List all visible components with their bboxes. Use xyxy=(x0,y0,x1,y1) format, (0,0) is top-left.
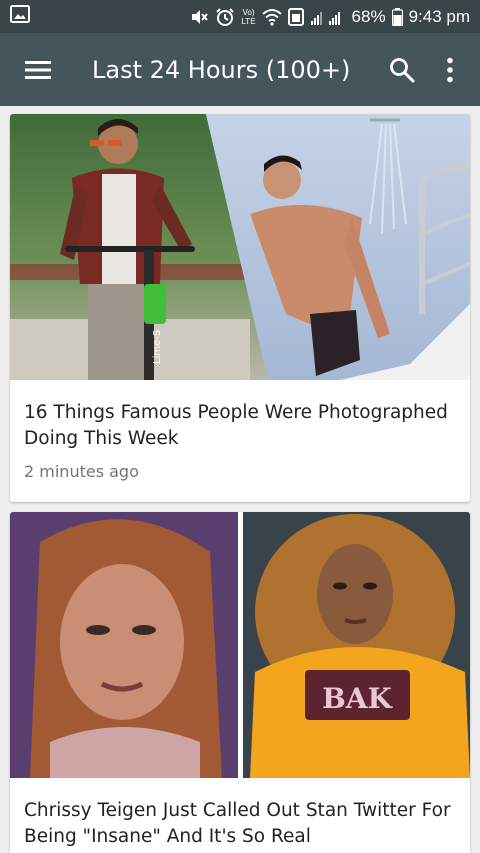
search-button[interactable] xyxy=(378,42,426,98)
article-feed[interactable]: Lime-S 16 Things Famous People Were Phot… xyxy=(0,106,480,853)
battery-icon xyxy=(391,7,403,26)
more-options-button[interactable] xyxy=(426,42,474,98)
article-thumbnail[interactable]: BAK xyxy=(10,512,470,778)
menu-button[interactable] xyxy=(10,42,66,98)
alarm-icon xyxy=(215,7,235,27)
celebrity-collage-image: BAK xyxy=(10,512,470,778)
app-bar: Last 24 Hours (100+) xyxy=(0,33,480,106)
gallery-notification-icon xyxy=(10,5,30,28)
clock: 9:43 pm xyxy=(408,6,470,26)
status-left xyxy=(10,5,189,28)
more-vert-icon xyxy=(447,57,453,82)
battery-percent: 68% xyxy=(351,6,386,26)
volte-label: Vo) xyxy=(242,7,255,17)
app-title: Last 24 Hours (100+) xyxy=(92,55,351,84)
shirt-text: BAK xyxy=(322,682,393,715)
status-bar: Vo) LTE 68% 9:43 pm xyxy=(0,0,480,33)
celebrity-collage-image: Lime-S xyxy=(10,114,470,380)
wifi-icon xyxy=(261,8,282,26)
status-right: Vo) LTE 68% 9:43 pm xyxy=(189,7,470,27)
article-title[interactable]: 16 Things Famous People Were Photographe… xyxy=(10,380,470,452)
lte-label: LTE xyxy=(241,16,256,26)
scooter-brand-text: Lime-S xyxy=(152,330,163,364)
article-timestamp: 2 minutes ago xyxy=(24,462,139,481)
article-card[interactable]: Lime-S 16 Things Famous People Were Phot… xyxy=(10,114,470,502)
article-thumbnail[interactable]: Lime-S xyxy=(10,114,470,380)
menu-icon xyxy=(25,60,51,79)
signal-icon xyxy=(310,9,346,25)
search-icon xyxy=(390,57,415,82)
article-title[interactable]: Chrissy Teigen Just Called Out Stan Twit… xyxy=(10,778,470,850)
article-card[interactable]: BAK Chrissy Teigen Just Called Out Stan … xyxy=(10,512,470,853)
data-icon xyxy=(287,7,304,26)
mute-icon xyxy=(189,8,209,26)
volte-icon: Vo) LTE xyxy=(241,8,255,26)
